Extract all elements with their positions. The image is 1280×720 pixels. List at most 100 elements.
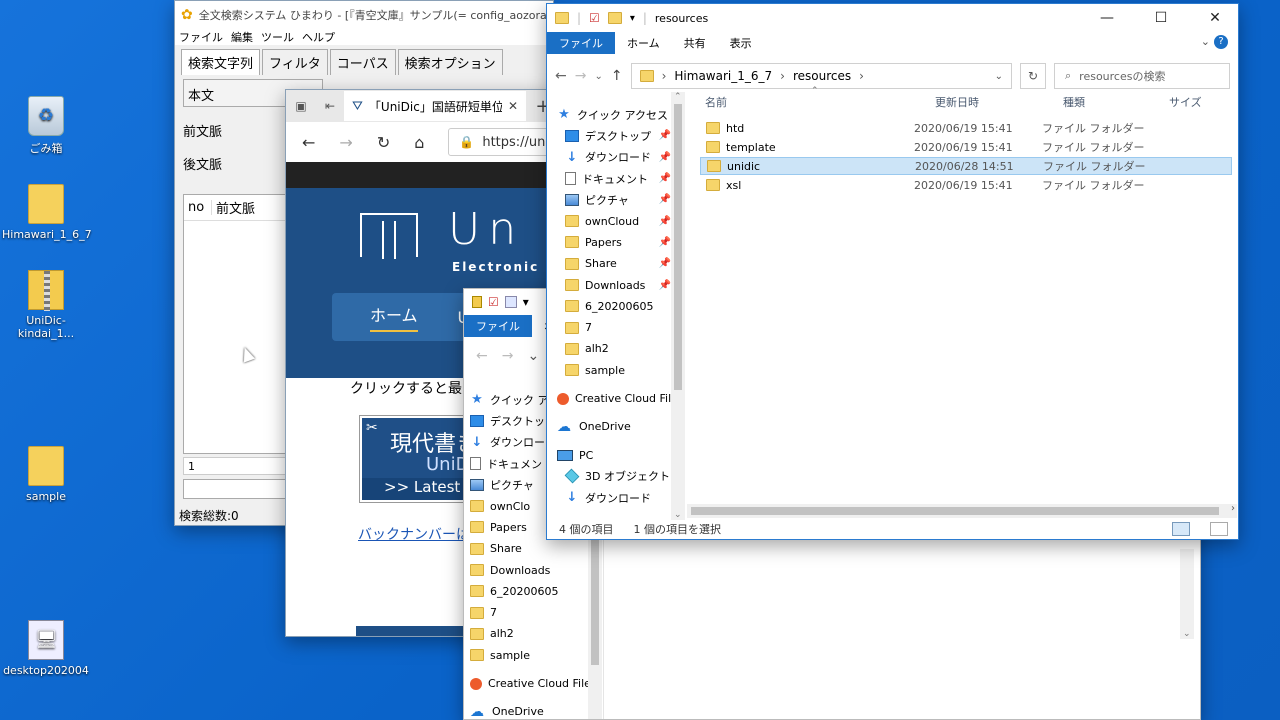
nav-item[interactable]: ownCloud 📌 xyxy=(557,210,673,231)
file-name: htd xyxy=(726,121,745,135)
column-no[interactable]: no xyxy=(184,200,212,215)
forward-arrow-icon[interactable]: → xyxy=(502,348,514,364)
himawari-titlebar[interactable]: ✿ 全文検索システム ひまわり - [『青空文庫』サンプル(= config_a… xyxy=(175,1,553,29)
nav-item[interactable]: Papers 📌 xyxy=(557,232,673,253)
nav-item[interactable]: 6_20200605 xyxy=(470,581,588,602)
forward-arrow-icon[interactable]: → xyxy=(339,133,352,152)
ribbon-tab-share[interactable]: 共有 xyxy=(672,32,718,54)
details-view-icon[interactable] xyxy=(1172,522,1190,536)
up-arrow-icon[interactable]: ↑ xyxy=(611,68,623,84)
nav-item[interactable]: PC xyxy=(557,444,673,465)
nav-item[interactable]: Downloads 📌 xyxy=(557,274,673,295)
desktop-icon-unidic-zip[interactable]: UniDic-kindai_1... xyxy=(2,270,90,340)
refresh-icon[interactable]: ↻ xyxy=(1020,63,1046,89)
site-nav-home[interactable]: ホーム xyxy=(370,302,418,332)
nav-item[interactable]: Downloads xyxy=(470,559,588,580)
nav-item[interactable]: ドキュメント 📌 xyxy=(557,168,673,189)
desktop-icon-recycle-bin[interactable]: ごみ箱 xyxy=(2,96,90,156)
address-bar[interactable]: › Himawari_1_6_7 › resources › ⌄ xyxy=(630,63,1012,89)
nav-item[interactable]: alh2 xyxy=(557,338,673,359)
nav-item[interactable]: Creative Cloud File xyxy=(557,388,678,409)
tab-search-string[interactable]: 検索文字列 xyxy=(181,49,261,75)
file-row[interactable]: htd 2020/06/19 15:41 ファイル フォルダー xyxy=(700,119,1232,137)
tab-actions-icon[interactable]: ▣ xyxy=(286,99,316,113)
maximize-button[interactable]: ☐ xyxy=(1138,4,1184,33)
chevron-down-icon[interactable]: ▾ xyxy=(630,13,635,24)
nav-item[interactable]: sample xyxy=(470,645,588,666)
nav-item[interactable]: ☁ OneDrive xyxy=(470,701,588,720)
explorer-titlebar[interactable]: | ☑ ▾ | resources — ☐ ✕ xyxy=(547,4,1238,32)
horizontal-scrollbar[interactable]: › xyxy=(687,503,1237,518)
ribbon-tab-file[interactable]: ファイル xyxy=(464,315,532,337)
chevron-down-icon[interactable]: ⌄ xyxy=(527,348,539,364)
menu-edit[interactable]: 編集 xyxy=(231,29,253,45)
help-icon[interactable]: ? xyxy=(1214,35,1228,49)
file-row[interactable]: xsl 2020/06/19 15:41 ファイル フォルダー xyxy=(700,176,1232,194)
tab-back-icon[interactable]: ⇤ xyxy=(316,99,344,113)
nav-item[interactable]: ☁ OneDrive xyxy=(557,416,673,437)
menu-file[interactable]: ファイル xyxy=(179,29,223,45)
cloud-icon: ☁ xyxy=(470,703,484,720)
back-number-link[interactable]: バックナンバーは xyxy=(358,524,470,544)
nav-item[interactable]: alh2 xyxy=(470,623,588,644)
refresh-icon[interactable]: ↻ xyxy=(377,133,390,152)
desktop-icon-desktop202004[interactable]: desktop202004 xyxy=(2,620,90,677)
picture-icon xyxy=(565,193,579,206)
chevron-down-icon[interactable]: ⌄ xyxy=(995,71,1003,82)
desktop-icon-sample[interactable]: sample xyxy=(2,446,90,503)
nav-item[interactable]: Share 📌 xyxy=(557,253,673,274)
nav-item[interactable]: 7 xyxy=(557,317,673,338)
back-arrow-icon[interactable]: ← xyxy=(476,348,488,364)
nav-item[interactable]: ↓ ダウンロード xyxy=(557,487,673,508)
nav-item[interactable]: デスクトップ 📌 xyxy=(557,125,673,146)
ribbon-tab-view[interactable]: 表示 xyxy=(718,32,764,54)
close-button[interactable]: ✕ xyxy=(1192,4,1238,33)
large-icons-view-icon[interactable] xyxy=(1210,522,1228,536)
home-icon[interactable]: ⌂ xyxy=(414,133,424,152)
nav-item[interactable]: 6_20200605 xyxy=(557,296,673,317)
chevron-up-icon[interactable]: ⌄ xyxy=(1197,32,1214,54)
desktop-icon-label: Himawari_1_6_7 xyxy=(2,228,92,241)
file-row[interactable]: template 2020/06/19 15:41 ファイル フォルダー xyxy=(700,138,1232,156)
nav-item[interactable]: Creative Cloud File xyxy=(470,673,591,694)
nav-item[interactable]: sample xyxy=(557,360,673,381)
file-icon xyxy=(28,620,64,660)
nav-item[interactable]: ピクチャ 📌 xyxy=(557,189,673,210)
chevron-down-icon[interactable]: ⌄ xyxy=(594,71,602,82)
latest-version-banner[interactable]: ✂ 現代書き UniD >> Latest v xyxy=(359,415,478,503)
nav-item-label: alh2 xyxy=(585,342,609,356)
tab-close-icon[interactable]: ✕ xyxy=(508,99,518,113)
nav-item[interactable]: 3D オブジェクト xyxy=(557,466,673,487)
desktop-icon-himawari[interactable]: Himawari_1_6_7 xyxy=(2,184,92,241)
ribbon-tab-home[interactable]: ホーム xyxy=(615,32,672,54)
menu-tools[interactable]: ツール xyxy=(261,29,294,45)
nav-item-label: 7 xyxy=(490,606,497,620)
nav-item-label: alh2 xyxy=(490,627,514,641)
minimize-button[interactable]: — xyxy=(1084,4,1130,33)
file-row[interactable]: unidic 2020/06/28 14:51 ファイル フォルダー xyxy=(700,157,1232,175)
nav-scrollbar[interactable]: ⌃ ⌄ xyxy=(671,92,685,520)
back-arrow-icon[interactable]: ← xyxy=(302,133,315,152)
menu-help[interactable]: ヘルプ xyxy=(302,29,335,45)
forward-arrow-icon[interactable]: → xyxy=(575,68,587,84)
browser-tab-unidic[interactable]: ⛛ 「UniDic」国語研短単位自 ✕ xyxy=(344,91,526,121)
column-prev-context[interactable]: 前文脈 xyxy=(212,198,255,217)
column-date[interactable]: 更新日時 xyxy=(935,94,1063,110)
tab-search-options[interactable]: 検索オプション xyxy=(397,49,503,75)
breadcrumb-resources[interactable]: resources xyxy=(793,69,851,83)
nav-item[interactable]: 7 xyxy=(470,602,588,623)
nav-item[interactable]: ↓ ダウンロード 📌 xyxy=(557,147,673,168)
back-arrow-icon[interactable]: ← xyxy=(555,68,567,84)
column-size[interactable]: サイズ xyxy=(1169,94,1202,110)
search-box[interactable]: ⌕ resourcesの検索 xyxy=(1054,63,1230,89)
ribbon-tab-file[interactable]: ファイル xyxy=(547,32,615,54)
column-name[interactable]: 名前 xyxy=(705,94,935,110)
nav-item[interactable]: ★ クイック アクセス xyxy=(557,104,673,125)
breadcrumb-himawari[interactable]: Himawari_1_6_7 xyxy=(674,69,772,83)
back-content-scrollbar[interactable]: ⌄ xyxy=(1180,549,1194,639)
chevron-down-icon[interactable]: ▾ xyxy=(523,295,529,309)
column-type[interactable]: 種類 xyxy=(1063,94,1169,110)
nav-item[interactable]: Share xyxy=(470,538,588,559)
tab-filter[interactable]: フィルタ xyxy=(262,49,328,75)
tab-corpus[interactable]: コーパス xyxy=(329,49,396,75)
